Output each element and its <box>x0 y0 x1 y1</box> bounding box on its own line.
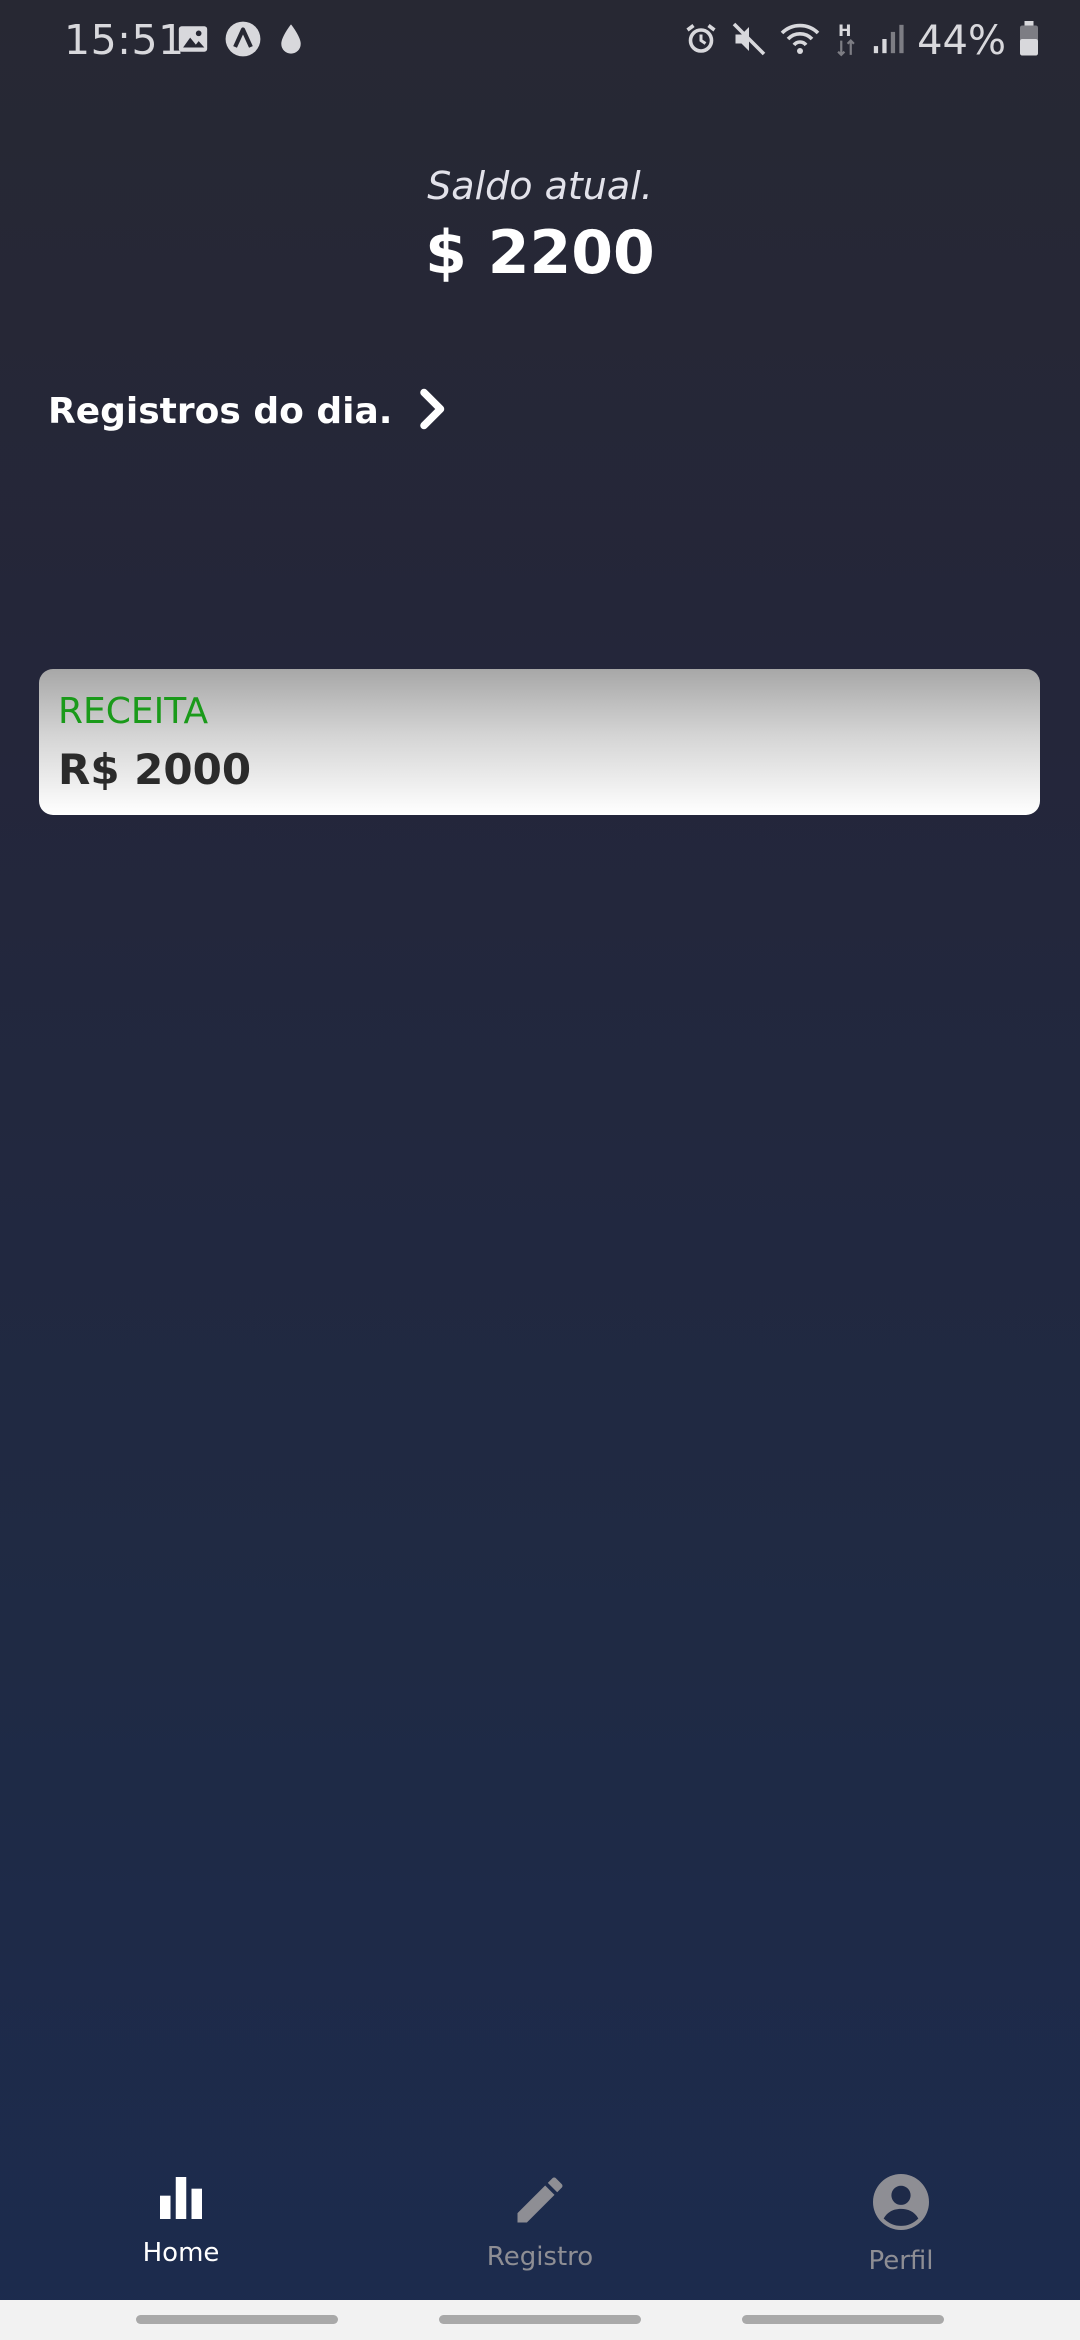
status-time: 15:51 <box>64 16 185 64</box>
drop-icon <box>276 22 306 60</box>
nav-item-home[interactable]: Home <box>71 2170 291 2268</box>
entry-amount: R$ 2000 <box>58 745 252 794</box>
system-nav-bar <box>0 2300 1080 2340</box>
balance-value: $ 2200 <box>425 218 655 288</box>
nav-item-registro[interactable]: Registro <box>430 2170 650 2272</box>
system-nav-pill[interactable] <box>136 2315 338 2324</box>
alarm-icon <box>683 21 719 61</box>
nav-label-registro: Registro <box>486 2242 594 2272</box>
nav-item-perfil[interactable]: Perfil <box>791 2170 1011 2276</box>
mute-icon <box>731 21 767 61</box>
bar-chart-icon <box>153 2170 209 2230</box>
balance-label: Saldo atual. <box>427 164 653 208</box>
wifi-icon <box>779 21 821 61</box>
battery-icon <box>1018 21 1040 61</box>
image-icon <box>176 22 210 60</box>
daily-records-link[interactable]: Registros do dia. <box>48 388 448 434</box>
nav-label-perfil: Perfil <box>868 2246 934 2276</box>
bottom-nav: Home Registro Perfil <box>0 2170 1080 2300</box>
battery-percent: 44% <box>917 18 1006 64</box>
status-bar: 15:51 H 44% <box>0 0 1080 84</box>
system-nav-pill[interactable] <box>742 2315 944 2324</box>
svg-text:H: H <box>838 21 851 40</box>
entry-card[interactable]: RECEITA R$ 2000 <box>39 669 1040 815</box>
signal-icon <box>871 22 905 60</box>
pencil-icon <box>510 2170 570 2234</box>
account-circle-icon <box>869 2170 933 2238</box>
status-right-icons: H 44% <box>683 18 1040 64</box>
daily-records-title: Registros do dia. <box>48 390 393 432</box>
data-h-icon: H <box>833 20 859 62</box>
system-nav-pill[interactable] <box>439 2315 641 2324</box>
chevron-right-icon <box>418 388 448 434</box>
entry-type: RECEITA <box>58 691 209 732</box>
nav-label-home: Home <box>142 2238 220 2268</box>
app-a-icon <box>224 20 262 62</box>
status-left-icons <box>176 20 306 62</box>
